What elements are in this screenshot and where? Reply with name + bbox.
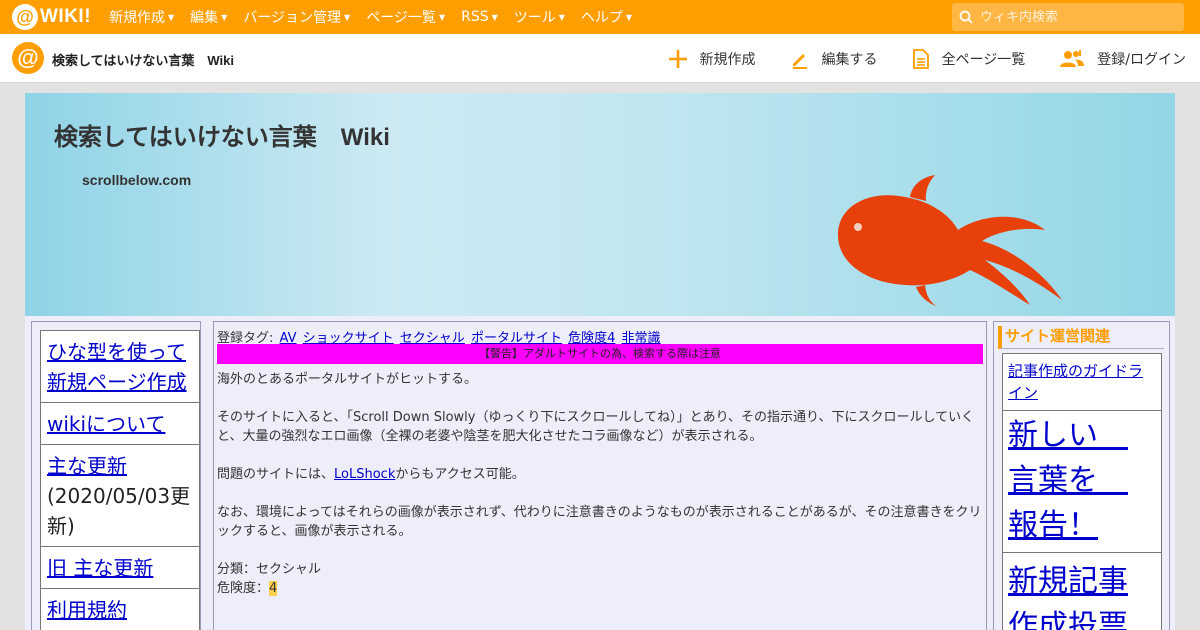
paragraph: 問題のサイトには、LoLShockからもアクセス可能。 [217,465,983,484]
nav-item-updates: 主な更新 (2020/05/03更新) [41,445,199,547]
action-label: 全ページ一覧 [941,51,1026,68]
text: 問題のサイトには、 [217,467,335,482]
menu-version[interactable]: バージョン管理 ▼ [243,7,350,27]
at-sign-icon[interactable]: @ [12,42,44,74]
left-nav: ひな型を使って新規ページ作成 wikiについて 主な更新 (2020/05/03更… [40,330,200,630]
content-area: ひな型を使って新規ページ作成 wikiについて 主な更新 (2020/05/03更… [25,316,1175,630]
menu-label: ヘルプ [580,10,623,26]
users-icon [1059,49,1085,69]
danger-value: 4 [269,581,278,596]
nav-link[interactable]: 主な更新 [47,454,127,478]
nav-item-new-article-vote: 新規記事作成投票 [1003,553,1161,630]
wiki-banner: 検索してはいけない言葉 Wiki scrollbelow.com [25,93,1175,316]
nav-item-old-updates: 旧 主な更新 [41,547,199,589]
site-header: @ 検索してはいけない言葉 Wiki 新規作成 編集する 全ページ一覧 登録/ロ… [0,34,1200,83]
nav-item-about: wikiについて [41,403,199,445]
menu-label: 新規作成 [109,10,165,26]
caret-down-icon: ▼ [491,12,498,22]
caret-down-icon: ▼ [438,12,446,22]
nav-link[interactable]: wikiについて [47,412,165,436]
article-body: 海外のとあるポータルサイトがヒットする。 そのサイトに入ると、「Scroll D… [217,370,983,598]
danger-line: 危険度：4 [217,579,983,598]
site-actions: 新規作成 編集する 全ページ一覧 登録/ログイン [634,34,1186,83]
menu-label: ページ一覧 [366,10,436,26]
right-nav: 記事作成のガイドライン 新しい 言葉を 報告！ 新規記事作成投票 [1002,353,1162,630]
atwiki-logo[interactable]: @ WIKI! [12,4,91,30]
search-icon[interactable] [952,10,980,24]
menu-label: RSS [461,9,489,25]
nav-link[interactable]: 記事作成のガイドライン [1008,362,1143,402]
menu-label: 編集 [190,10,219,26]
banner-subtitle: scrollbelow.com [82,172,192,188]
right-sidebar: サイト運営関連 記事作成のガイドライン 新しい 言葉を 報告！ 新規記事作成投票 [993,321,1170,630]
menu-edit[interactable]: 編集 ▼ [190,7,227,27]
pencil-icon [790,49,810,69]
caret-down-icon: ▼ [625,12,633,22]
action-label: 編集する [821,51,878,68]
paragraph: 海外のとあるポータルサイトがヒットする。 [217,372,478,387]
caret-down-icon: ▼ [558,12,565,22]
document-icon [912,48,930,69]
menu-pages[interactable]: ページ一覧 ▼ [366,7,445,27]
search-input[interactable] [980,9,1175,25]
banner-title[interactable]: 検索してはいけない言葉 Wiki [54,117,390,152]
caret-down-icon: ▼ [168,12,175,22]
label: 危険度： [217,581,270,596]
nav-link[interactable]: ひな型を使って新規ページ作成 [47,340,187,394]
warning-banner: 【警告】アダルトサイトの為、検索する際は注意 [217,344,983,364]
nav-item-template-new-page: ひな型を使って新規ページ作成 [41,331,199,403]
action-label: 登録/ログイン [1097,51,1186,68]
menu-label: バージョン管理 [243,10,342,26]
logo-text: WIKI! [40,6,92,27]
global-header: @ WIKI! 新規作成 ▼ 編集 ▼ バージョン管理 ▼ ページ一覧 ▼ RSS ▼ ツ… [0,0,1200,34]
menu-rss[interactable]: RSS ▼ [461,9,498,25]
edit-button[interactable]: 編集する [790,49,878,69]
menu-label: ツール [513,10,556,26]
all-pages-button[interactable]: 全ページ一覧 [912,48,1026,69]
left-sidebar: ひな型を使って新規ページ作成 wikiについて 主な更新 (2020/05/03更… [31,321,201,630]
menu-help[interactable]: ヘルプ ▼ [581,7,632,27]
caret-down-icon: ▼ [344,12,351,22]
goldfish-image [838,175,1062,307]
category-value: セクシャル [256,562,322,577]
action-label: 新規作成 [699,51,756,68]
site-title[interactable]: 検索してはいけない言葉 Wiki [52,50,234,69]
menu-new[interactable]: 新規作成 ▼ [109,7,174,27]
nav-link[interactable]: 利用規約 [47,598,127,622]
nav-item-report-word: 新しい 言葉を 報告！ [1003,411,1161,553]
update-date: (2020/05/03更新) [47,484,191,538]
menu-tools[interactable]: ツール ▼ [514,7,565,27]
lolshock-link[interactable]: LoLShock [334,467,395,482]
nav-link[interactable]: 新規記事作成投票 [1008,564,1128,630]
nav-link[interactable]: 旧 主な更新 [47,556,153,580]
global-menu: 新規作成 ▼ 編集 ▼ バージョン管理 ▼ ページ一覧 ▼ RSS ▼ ツール ▼ ヘルプ ▼ [109,0,648,34]
new-page-button[interactable]: 新規作成 [668,49,756,69]
nav-item-guideline: 記事作成のガイドライン [1003,354,1161,411]
text: からもアクセス可能。 [395,467,525,482]
plus-icon [668,49,688,69]
label: 分類： [217,562,257,577]
nav-item-terms: 利用規約 [41,589,199,630]
article: 登録タグ: AV ショックサイト セクシャル ポータルサイト 危険度4 非常識 … [213,321,987,630]
wiki-search [952,3,1184,31]
paragraph: なお、環境によってはそれらの画像が表示されず、代わりに注意書きのようなものが表示… [217,505,982,539]
nav-link[interactable]: 新しい 言葉を 報告！ [1008,418,1128,543]
caret-down-icon: ▼ [221,12,228,22]
right-sidebar-heading: サイト運営関連 [998,326,1164,349]
paragraph: そのサイトに入ると、「Scroll Down Slowly（ゆっくり下にスクロー… [217,410,975,444]
at-sign-icon: @ [12,4,38,30]
login-button[interactable]: 登録/ログイン [1059,49,1186,69]
category-line: 分類：セクシャル [217,560,983,579]
